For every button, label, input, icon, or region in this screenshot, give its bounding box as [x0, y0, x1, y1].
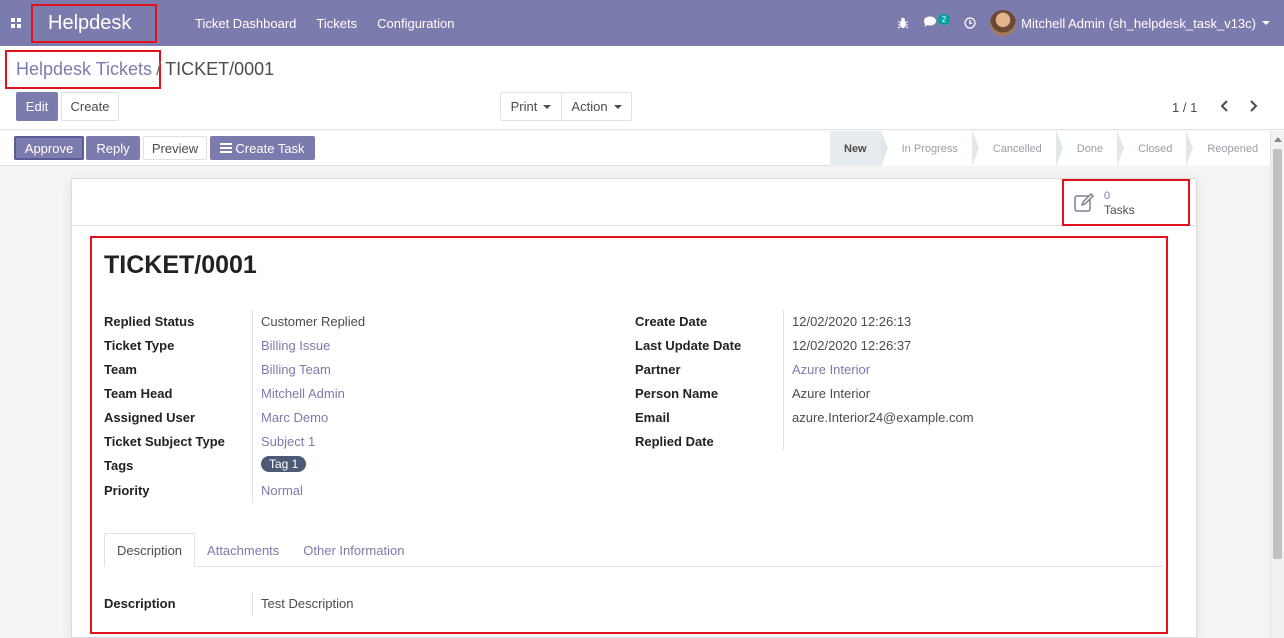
reply-button[interactable]: Reply [86, 136, 140, 160]
label-replied-date: Replied Date [635, 434, 714, 449]
label-email: Email [635, 410, 670, 425]
label-priority: Priority [104, 483, 150, 498]
create-button[interactable]: Create [61, 92, 119, 121]
value-team[interactable]: Billing Team [261, 362, 331, 377]
menu-configuration[interactable]: Configuration [367, 16, 464, 31]
chevron-down-icon [543, 104, 552, 109]
user-name: Mitchell Admin (sh_helpdesk_task_v13c) [1021, 15, 1256, 31]
tag-badge[interactable]: Tag 1 [261, 456, 307, 472]
value-replied-status: Customer Replied [261, 314, 366, 329]
label-assigned-user: Assigned User [104, 410, 196, 425]
debug-bug-icon[interactable] [897, 17, 909, 29]
label-description: Description [104, 596, 176, 611]
tab-attachments[interactable]: Attachments [195, 533, 291, 567]
tab-description[interactable]: Description [104, 533, 196, 567]
value-last-update-date: 12/02/2020 12:26:37 [792, 338, 912, 353]
edit-button[interactable]: Edit [16, 92, 58, 121]
tasks-stat: 0 Tasks [1104, 189, 1135, 217]
breadcrumb-helpdesk-tickets[interactable]: Helpdesk Tickets [16, 59, 152, 80]
left-column-divider [252, 310, 253, 503]
create-task-button[interactable]: Create Task [210, 136, 315, 160]
stage-pipeline: New In Progress Cancelled Done Closed Re… [830, 131, 1273, 166]
value-ticket-subject-type[interactable]: Subject 1 [261, 434, 315, 449]
label-tags: Tags [104, 458, 134, 473]
ticket-title: TICKET/0001 [104, 251, 257, 279]
user-menu[interactable]: Mitchell Admin (sh_helpdesk_task_v13c) [990, 10, 1270, 36]
vertical-scrollbar[interactable] [1270, 131, 1284, 638]
stage-new[interactable]: New [830, 131, 888, 166]
value-person-name: Azure Interior [792, 386, 871, 401]
label-create-date: Create Date [635, 314, 708, 329]
print-label: Print [510, 99, 538, 114]
stage-reopened[interactable]: Reopened [1186, 131, 1272, 166]
chevron-down-icon [613, 104, 622, 109]
value-description[interactable]: Test Description [261, 596, 353, 611]
menu-tickets[interactable]: Tickets [306, 16, 367, 31]
main-menu: Ticket Dashboard Tickets Configuration [185, 0, 464, 46]
value-ticket-type[interactable]: Billing Issue [261, 338, 330, 353]
breadcrumb-current: TICKET/0001 [165, 59, 275, 79]
top-navbar: Helpdesk Ticket Dashboard Tickets Config… [0, 0, 1284, 46]
label-last-update-date: Last Update Date [635, 338, 742, 353]
label-replied-status: Replied Status [104, 314, 195, 329]
stage-done[interactable]: Done [1055, 131, 1125, 166]
menu-ticket-dashboard[interactable]: Ticket Dashboard [185, 16, 306, 31]
scroll-up-icon[interactable] [1274, 137, 1282, 142]
tasks-count: 0 [1104, 189, 1111, 202]
value-email: azure.Interior24@example.com [792, 410, 974, 425]
stage-cancelled[interactable]: Cancelled [971, 131, 1063, 166]
form-statusbar: Approve Reply Preview Create Task New In… [0, 131, 1284, 166]
create-task-label: Create Task [235, 140, 305, 156]
label-ticket-type: Ticket Type [104, 338, 175, 353]
value-priority[interactable]: Normal [261, 483, 303, 498]
breadcrumb: Helpdesk Tickets / TICKET/0001 [5, 50, 274, 89]
description-divider [252, 592, 253, 616]
value-team-head[interactable]: Mitchell Admin [261, 386, 345, 401]
list-icon [220, 143, 233, 153]
scrollbar-thumb[interactable] [1273, 149, 1282, 559]
messaging-menu[interactable]: 2 [923, 13, 951, 31]
tasks-label: Tasks [1104, 202, 1135, 217]
print-dropdown[interactable]: Print [500, 92, 562, 121]
approve-button[interactable]: Approve [14, 136, 84, 160]
label-partner: Partner [635, 362, 681, 377]
chat-badge: 2 [937, 13, 951, 25]
value-create-date: 12/02/2020 12:26:13 [792, 314, 912, 329]
smart-button-box: 0 Tasks [72, 179, 1196, 226]
edit-icon [1074, 192, 1095, 212]
stage-in-progress[interactable]: In Progress [880, 131, 980, 166]
pager-value[interactable]: 1 / 1 [1172, 100, 1197, 115]
action-dropdown[interactable]: Action [561, 92, 632, 121]
activity-clock-icon[interactable] [964, 17, 976, 29]
tab-other-information[interactable]: Other Information [291, 533, 416, 567]
apps-menu-icon[interactable] [0, 0, 32, 46]
app-brand[interactable]: Helpdesk [31, 4, 157, 43]
user-avatar [990, 10, 1017, 36]
notebook-tabs: Description Attachments Other Informatio… [104, 533, 416, 567]
breadcrumb-separator: / [156, 59, 162, 79]
chevron-down-icon [1262, 21, 1270, 25]
label-ticket-subject-type: Ticket Subject Type [104, 434, 225, 449]
pager-next-icon[interactable] [1243, 96, 1263, 116]
preview-button[interactable]: Preview [143, 136, 207, 160]
label-person-name: Person Name [635, 386, 719, 401]
stage-closed[interactable]: Closed [1117, 131, 1194, 166]
right-column-divider [783, 310, 784, 450]
value-partner[interactable]: Azure Interior [792, 362, 870, 377]
label-team-head: Team Head [104, 386, 173, 401]
value-assigned-user[interactable]: Marc Demo [261, 410, 328, 425]
control-panel: Helpdesk Tickets / TICKET/0001 Edit Crea… [0, 46, 1284, 130]
chat-icon [923, 16, 937, 31]
label-team: Team [104, 362, 137, 377]
action-label: Action [571, 99, 608, 114]
tasks-smart-button[interactable]: 0 Tasks [1062, 179, 1190, 226]
systray: 2 Mitchell Admin (sh_helpdesk_task_v13c) [897, 0, 1270, 46]
pager-previous-icon[interactable] [1215, 96, 1235, 116]
